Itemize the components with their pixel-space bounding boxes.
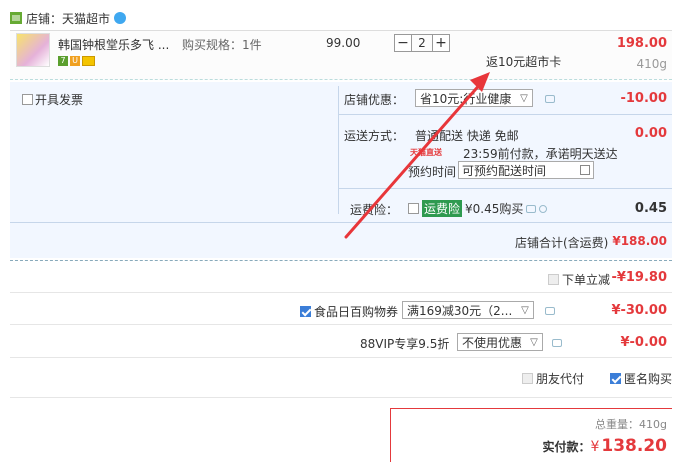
annotation-arrow-icon — [344, 72, 490, 239]
arrow-shaft — [344, 80, 484, 239]
arrow-head — [470, 72, 490, 92]
